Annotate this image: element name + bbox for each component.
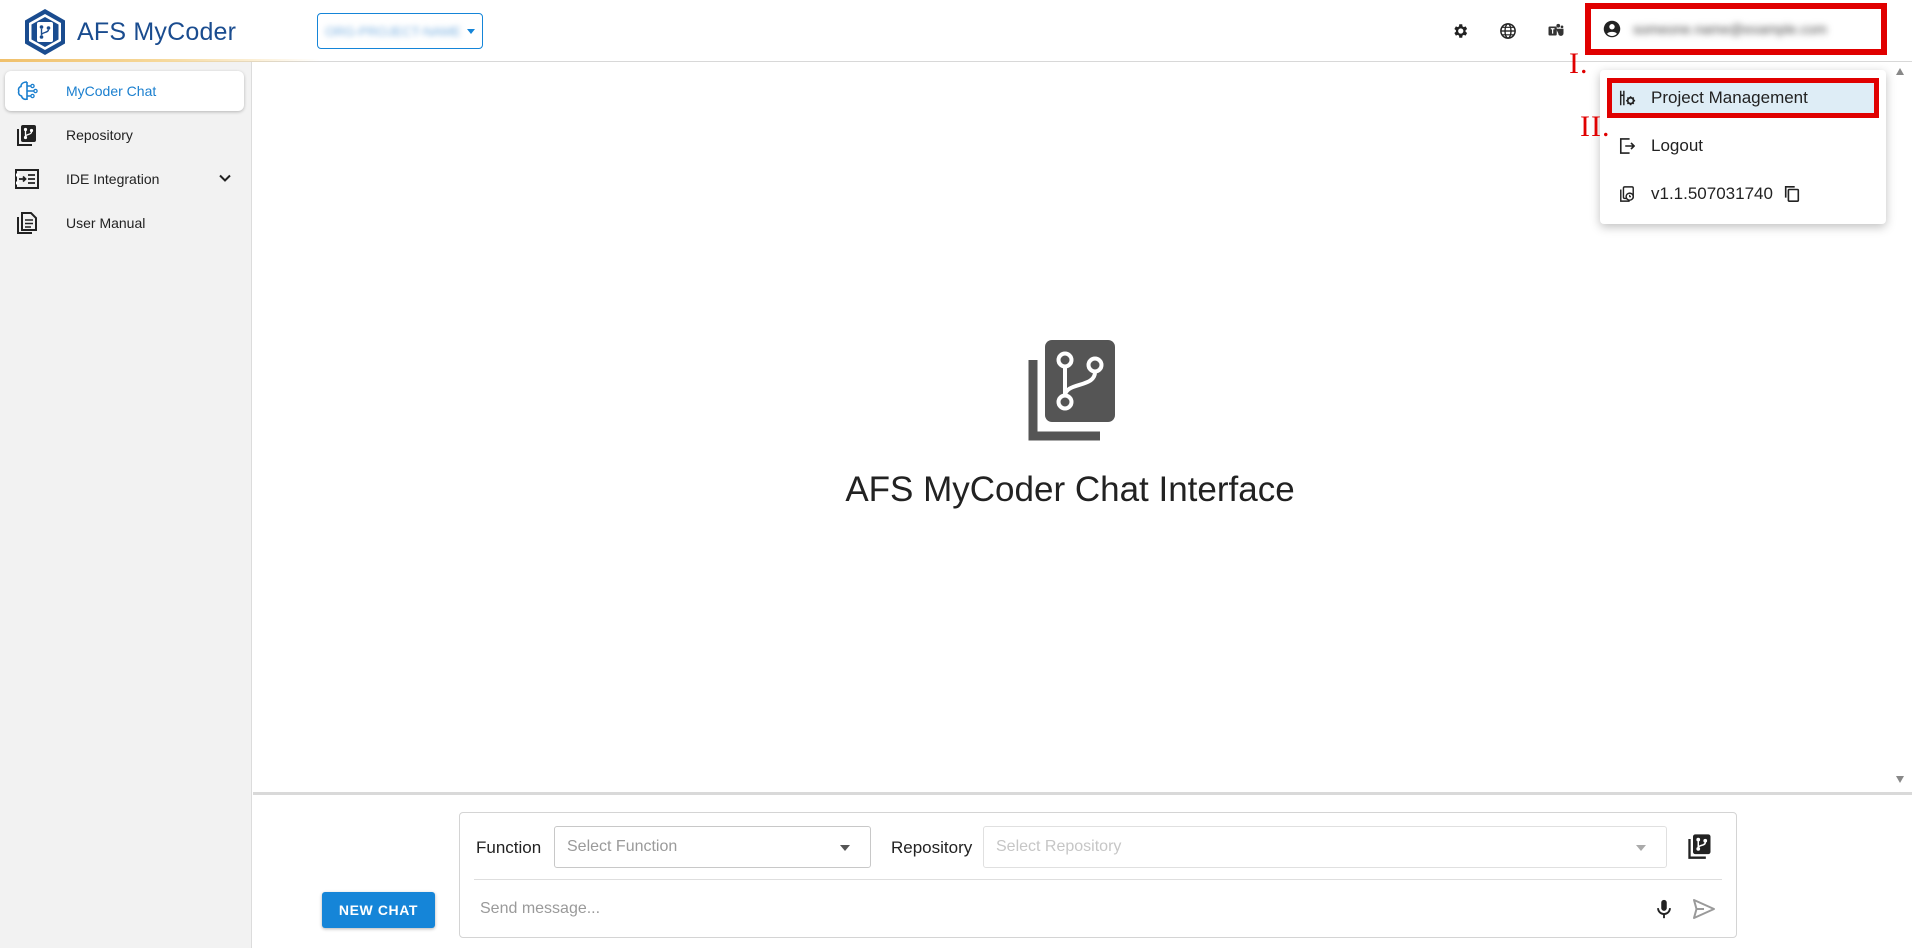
top-header: AFS MyCoder ORG-PROJECT-NAME someone.nam… <box>0 0 1912 62</box>
repository-picker-button[interactable] <box>1686 832 1714 860</box>
menu-item-label: Project Management <box>1651 88 1808 107</box>
new-chat-button[interactable]: NEW CHAT <box>322 892 435 928</box>
function-label: Function <box>476 838 542 857</box>
logout-icon <box>1617 136 1637 156</box>
function-select-placeholder: Select Function <box>567 838 678 855</box>
account-circle-icon <box>1603 20 1621 38</box>
repository-label: Repository <box>891 838 973 857</box>
message-input[interactable] <box>474 892 1644 926</box>
language-globe-icon <box>1500 23 1516 39</box>
teams-icon <box>1548 23 1564 36</box>
sidebar-item-label: MyCoder Chat <box>66 83 157 99</box>
sidebar-item-mycoder-chat[interactable]: MyCoder Chat <box>5 71 244 111</box>
brain-circuit-icon <box>14 78 40 104</box>
composer-divider <box>474 879 1722 880</box>
sidebar-item-label: User Manual <box>66 215 146 231</box>
menu-item-logout[interactable]: Logout <box>1600 125 1886 167</box>
menu-item-label: Logout <box>1651 136 1703 155</box>
annotation-step-1: I. <box>1569 47 1589 80</box>
chevron-down-icon <box>219 174 231 182</box>
project-tools-icon <box>1617 88 1637 108</box>
project-selector[interactable]: ORG-PROJECT-NAME <box>317 13 483 49</box>
microphone-icon[interactable] <box>1653 898 1675 920</box>
menu-item-project-management[interactable]: Project Management <box>1607 78 1879 118</box>
function-select[interactable]: Select Function <box>554 826 871 868</box>
copy-icon[interactable] <box>1783 185 1801 203</box>
sidebar-item-label: IDE Integration <box>66 171 160 187</box>
caret-down-icon <box>1636 845 1646 851</box>
caret-down-icon <box>466 28 475 34</box>
page-title: AFS MyCoder Chat Interface <box>845 470 1295 509</box>
settings-icon <box>1454 24 1468 38</box>
sidebar: MyCoder Chat Repository IDE Integration <box>0 62 252 948</box>
settings-button[interactable] <box>1449 20 1471 42</box>
app-logo[interactable]: AFS MyCoder <box>20 7 236 57</box>
send-icon[interactable] <box>1692 898 1716 920</box>
sidebar-item-user-manual[interactable]: User Manual <box>5 203 244 243</box>
annotation-step-2: II. <box>1580 110 1611 143</box>
sidebar-item-label: Repository <box>66 127 133 143</box>
user-email: someone.name@example.com <box>1633 21 1827 37</box>
caret-down-icon <box>840 845 850 851</box>
version-icon <box>1617 184 1637 204</box>
scroll-up-arrow-icon[interactable] <box>1896 68 1904 75</box>
hero-repository-icon <box>1028 340 1115 441</box>
app-name: AFS MyCoder <box>77 17 237 46</box>
language-button[interactable] <box>1497 20 1519 42</box>
menu-item-version[interactable]: v1.1.507031740 <box>1600 173 1886 215</box>
repository-select-placeholder: Select Repository <box>996 838 1122 855</box>
user-dropdown-menu: Project Management Logout v1.1.507031740 <box>1600 70 1886 224</box>
repository-select[interactable]: Select Repository <box>983 826 1667 868</box>
sidebar-item-repository[interactable]: Repository <box>5 115 244 155</box>
ide-integration-icon <box>14 166 40 192</box>
project-selector-value: ORG-PROJECT-NAME <box>325 23 461 39</box>
teams-button[interactable] <box>1545 20 1567 42</box>
document-icon <box>14 210 40 236</box>
scroll-down-arrow-icon[interactable] <box>1896 776 1904 783</box>
version-text: v1.1.507031740 <box>1651 184 1773 203</box>
app-logo-icon <box>25 9 65 55</box>
sidebar-item-ide-integration[interactable]: IDE Integration <box>5 159 244 199</box>
repository-icon <box>14 122 40 148</box>
user-account-button[interactable]: someone.name@example.com <box>1585 3 1887 55</box>
